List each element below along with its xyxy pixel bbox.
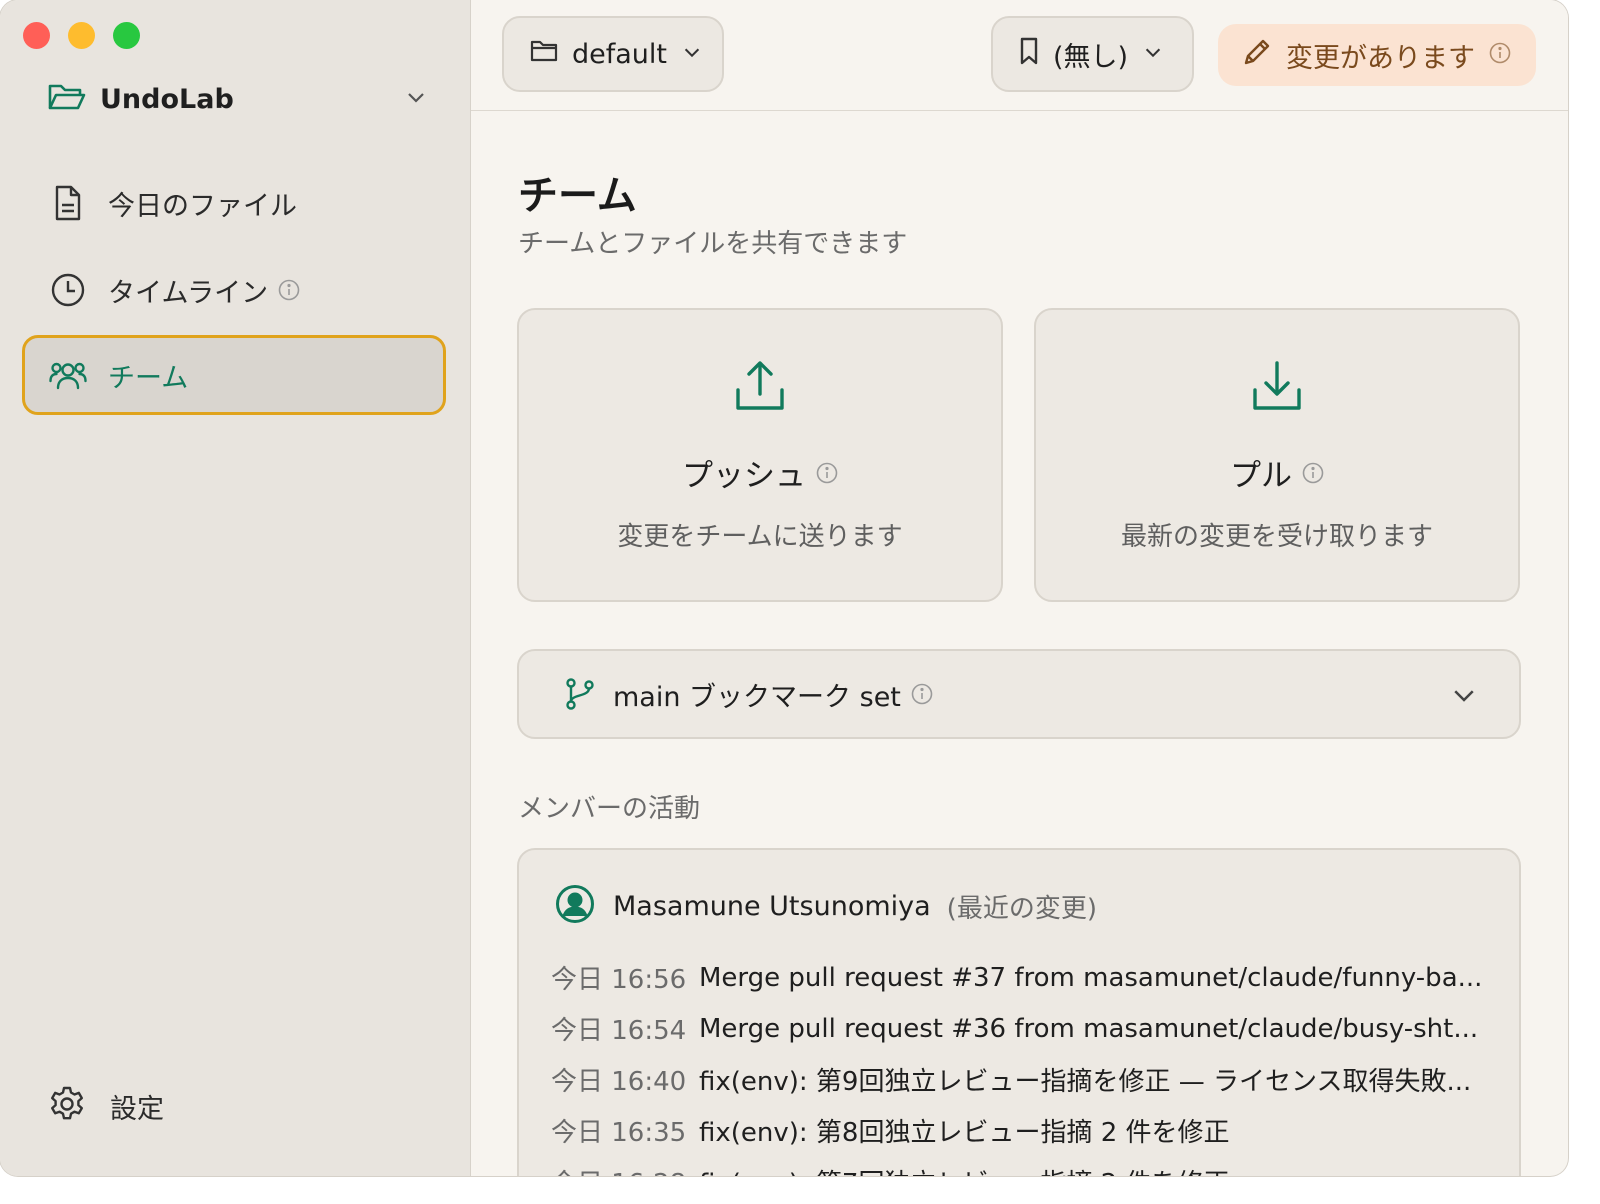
page-subtitle: チームとファイルを共有できます — [518, 229, 908, 259]
avatar — [555, 884, 595, 928]
branch-label: default — [572, 38, 668, 70]
bookmark-label: (無し) — [1053, 41, 1129, 73]
page-title: チーム — [518, 173, 637, 219]
member-activity-card: Masamune Utsunomiya (最近の変更) 今日 16:56 Mer… — [517, 848, 1521, 1176]
bookmark-set-label: main ブックマーク set — [613, 681, 901, 713]
changes-label: 変更があります — [1286, 42, 1475, 74]
section-heading: メンバーの活動 — [518, 794, 701, 824]
chevron-down-icon — [404, 85, 428, 113]
activity-message: fix(env): 第8回独立レビュー指摘 2 件を修正 — [699, 1118, 1230, 1148]
sidebar-item-team[interactable]: チーム — [22, 335, 446, 415]
pull-description: 最新の変更を受け取ります — [1120, 522, 1433, 552]
download-icon — [1249, 358, 1305, 414]
member-name: Masamune Utsunomiya — [613, 890, 931, 922]
activity-message: fix(env): 第9回独立レビュー指摘を修正 — ライセンス取得失敗... — [699, 1067, 1472, 1097]
bookmark-set-dropdown[interactable]: main ブックマーク set — [517, 649, 1521, 739]
git-branch-icon — [563, 677, 597, 711]
sidebar-item-label: 今日のファイル — [108, 190, 297, 222]
push-description: 変更をチームに送ります — [617, 522, 903, 552]
chevron-down-icon — [1449, 680, 1479, 710]
close-window-button[interactable] — [23, 22, 50, 49]
bookmark-selector[interactable]: (無し) — [991, 16, 1194, 92]
list-item[interactable]: 今日 16:35 fix(env): 第8回独立レビュー指摘 2 件を修正 — [551, 1105, 1501, 1156]
push-title: プッシュ — [682, 458, 806, 494]
list-item[interactable]: 今日 16:40 fix(env): 第9回独立レビュー指摘を修正 — ライセン… — [551, 1054, 1501, 1105]
activity-message: Merge pull request #36 from masamunet/cl… — [699, 1013, 1479, 1044]
pull-button[interactable]: プル 最新の変更を受け取ります — [1034, 308, 1520, 602]
zoom-window-button[interactable] — [113, 22, 140, 49]
file-icon — [48, 183, 88, 223]
activity-message: fix(env): 第7回独立レビュー指摘 2 件を修正 — [699, 1163, 1230, 1176]
info-icon[interactable] — [911, 683, 933, 705]
workspace-name: UndoLab — [100, 83, 234, 115]
pencil-icon — [1242, 37, 1272, 74]
activity-time: 今日 16:28 — [551, 1163, 699, 1176]
sidebar: UndoLab 今日のファイル タイムライン チーム 設定 — [0, 0, 471, 1176]
upload-icon — [732, 358, 788, 414]
folder-icon — [530, 39, 558, 70]
list-item[interactable]: 今日 16:56 Merge pull request #37 from mas… — [551, 952, 1501, 1003]
chevron-down-icon — [1142, 39, 1164, 70]
users-icon — [48, 355, 88, 395]
sidebar-item-settings[interactable]: 設定 — [48, 1084, 164, 1128]
toolbar: default (無し) 変更があります — [471, 0, 1568, 111]
info-icon[interactable] — [1302, 462, 1324, 484]
workspace-switcher[interactable]: UndoLab — [48, 78, 428, 120]
changes-indicator[interactable]: 変更があります — [1218, 24, 1536, 86]
clock-icon — [48, 270, 88, 310]
activity-time: 今日 16:56 — [551, 965, 687, 995]
member-tag: (最近の変更) — [946, 893, 1097, 924]
settings-label: 設定 — [110, 1093, 164, 1125]
activity-list: 今日 16:56 Merge pull request #37 from mas… — [551, 952, 1501, 1177]
branch-selector[interactable]: default — [502, 16, 724, 92]
folder-open-icon — [48, 81, 86, 117]
sidebar-item-timeline[interactable]: タイムライン — [22, 250, 446, 330]
pull-title: プル — [1230, 458, 1292, 494]
app-window: UndoLab 今日のファイル タイムライン チーム 設定 default (無… — [0, 0, 1568, 1176]
activity-time: 今日 16:54 — [551, 1016, 687, 1046]
info-icon[interactable] — [1489, 40, 1511, 71]
main-content: チーム チームとファイルを共有できます プッシュ 変更をチームに送ります プル … — [471, 111, 1568, 1176]
push-button[interactable]: プッシュ 変更をチームに送ります — [517, 308, 1003, 602]
activity-time: 今日 16:35 — [551, 1118, 687, 1148]
sidebar-item-todays-files[interactable]: 今日のファイル — [22, 163, 446, 243]
info-icon[interactable] — [278, 279, 300, 301]
sidebar-item-label: チーム — [108, 362, 189, 394]
info-icon[interactable] — [816, 462, 838, 484]
member-header: Masamune Utsunomiya (最近の変更) — [555, 884, 1097, 928]
sidebar-item-label: タイムライン — [108, 277, 269, 309]
bookmark-icon — [1019, 37, 1039, 72]
list-item[interactable]: 今日 16:54 Merge pull request #36 from mas… — [551, 1003, 1501, 1054]
activity-message: Merge pull request #37 from masamunet/cl… — [699, 962, 1483, 993]
list-item[interactable]: 今日 16:28 fix(env): 第7回独立レビュー指摘 2 件を修正 — [551, 1156, 1501, 1176]
activity-time: 今日 16:40 — [551, 1067, 687, 1097]
gear-icon — [48, 1085, 86, 1127]
minimize-window-button[interactable] — [68, 22, 95, 49]
chevron-down-icon — [681, 39, 703, 70]
